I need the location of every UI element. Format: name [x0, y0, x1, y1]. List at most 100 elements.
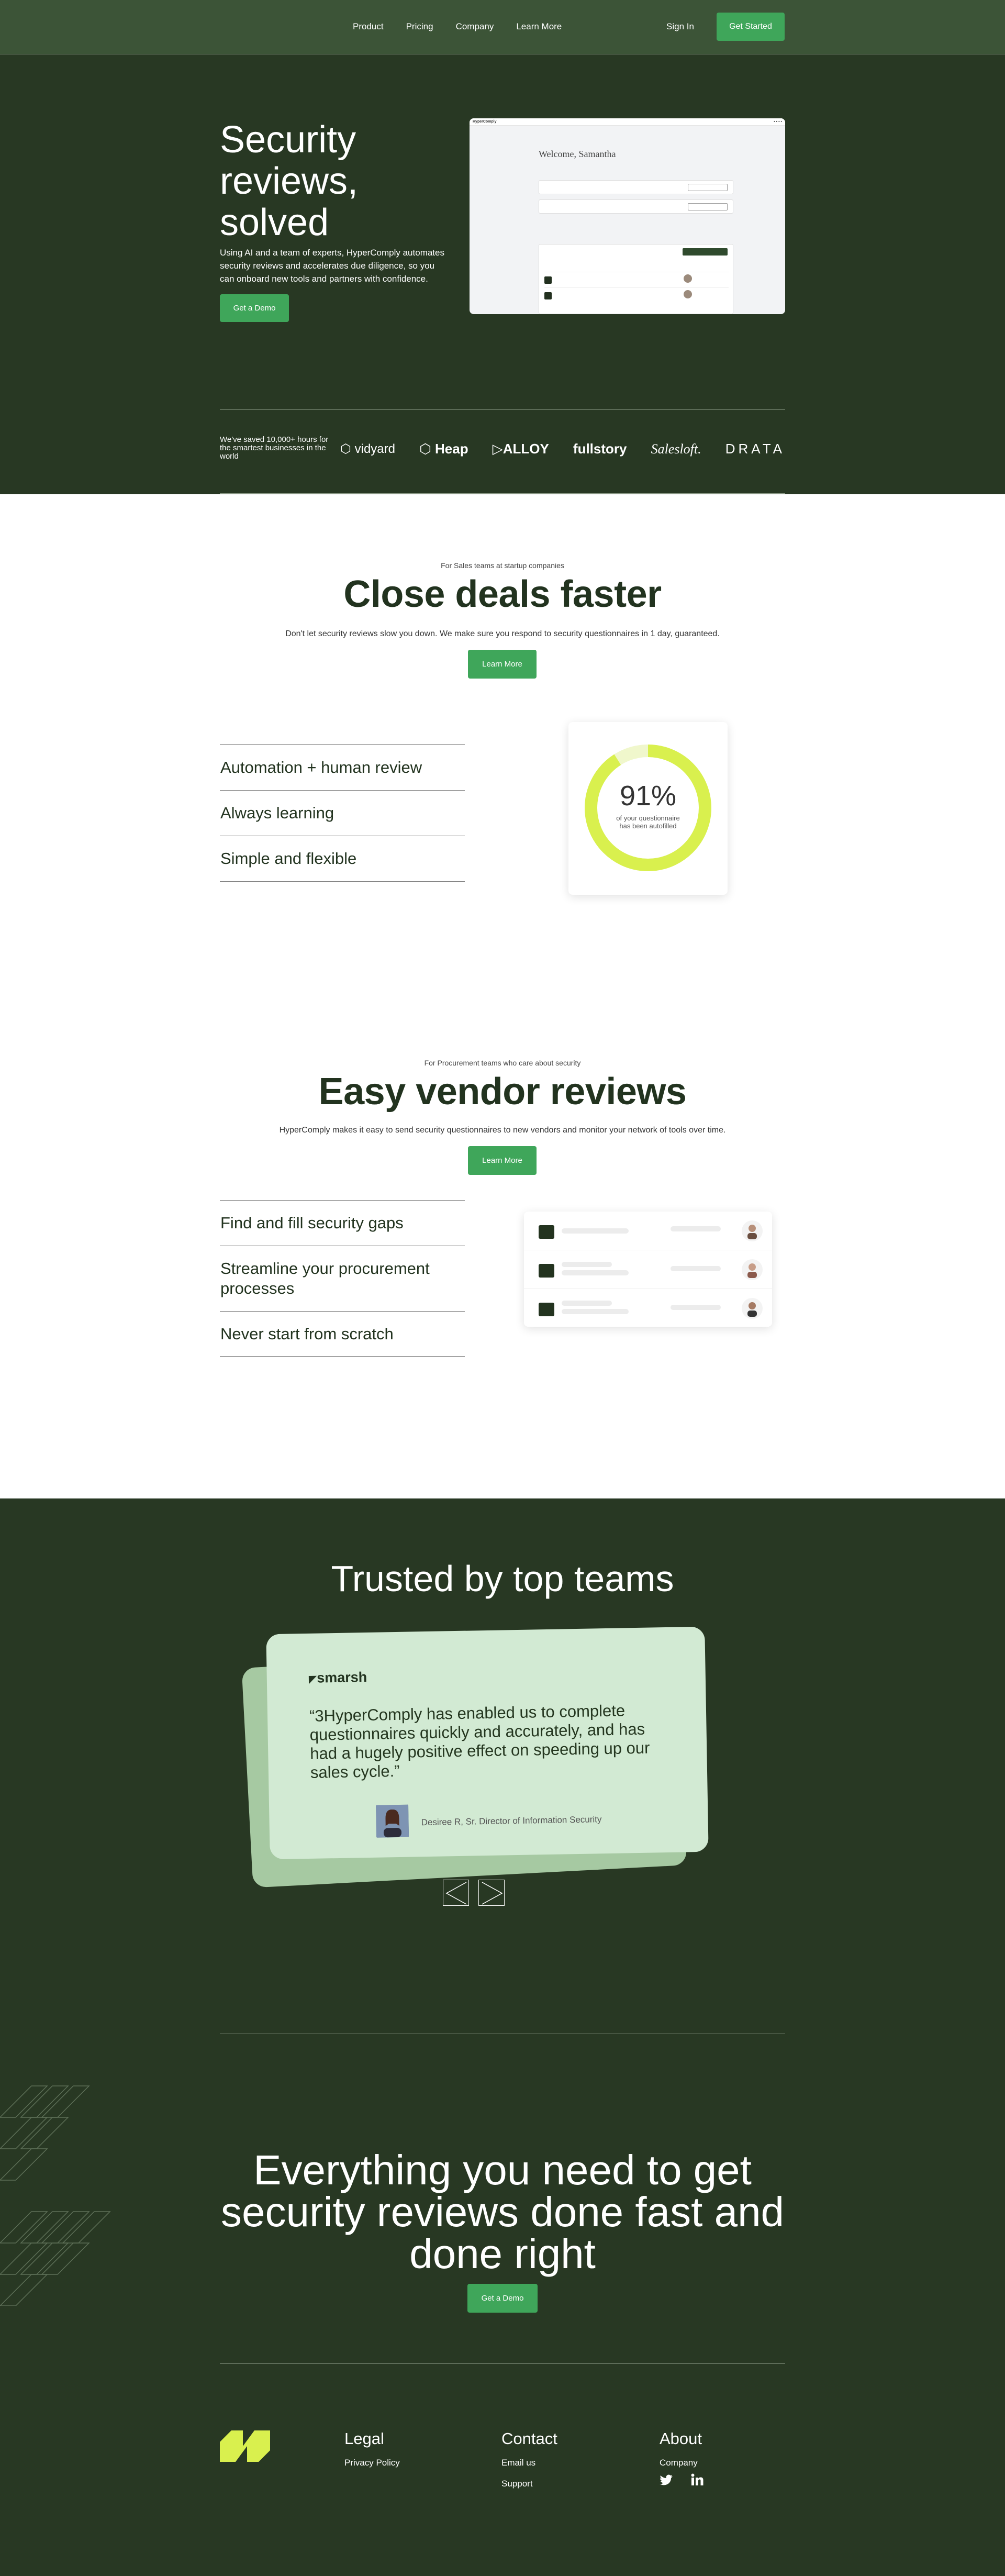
procurement-feature-item[interactable]: Find and fill security gaps: [220, 1200, 465, 1246]
app-row-avatar: [684, 290, 692, 298]
procurement-feature-item[interactable]: Streamline your procurement processes: [220, 1246, 465, 1311]
app-topbar: HyperComply ▪ ▪ ▪ ▪: [470, 118, 785, 126]
testimonial-author: Desiree R, Sr. Director of Information S…: [421, 1814, 602, 1828]
app-row-icon: [544, 276, 552, 284]
chevron-right-icon: [482, 1882, 503, 1905]
saved-hours-text: We've saved 10,000+ hours for the smarte…: [220, 435, 329, 461]
testimonial-company-logo: ◤smarsh: [308, 1669, 367, 1686]
app-card-1: [539, 180, 733, 194]
hero-lead: Using AI and a team of experts, HyperCom…: [220, 248, 444, 284]
sales-title: Close deals faster: [343, 573, 662, 615]
hero-bottom-divider: [220, 493, 785, 494]
app-row-1: [544, 272, 729, 286]
footer-divider: [220, 2363, 785, 2364]
sign-in-link[interactable]: Sign In: [666, 21, 694, 32]
logo-alloy: ▷ALLOY: [492, 441, 549, 457]
testimonial-card: ◤smarsh “3HyperComply has enabled us to …: [266, 1626, 709, 1860]
sales-feature-item[interactable]: Always learning: [220, 790, 465, 836]
top-nav: Product Pricing Company Learn More Sign …: [0, 0, 1005, 54]
vendor-status-placeholder: [671, 1266, 721, 1271]
app-row-avatar: [684, 274, 692, 283]
procurement-learn-more-button[interactable]: Learn More: [468, 1146, 537, 1175]
reviewer-avatar: [742, 1259, 763, 1280]
logo-drata: DRATA: [725, 441, 785, 457]
sales-subtitle: Don't let security reviews slow you down…: [285, 629, 720, 638]
donut-caption: of your questionnaire has been autofille…: [616, 814, 680, 830]
vendor-logo-icon: [539, 1264, 554, 1278]
vendor-logo-icon: [539, 1303, 554, 1316]
decorative-stripes: [0, 2085, 111, 2306]
footer: Legal Privacy Policy Contact Email us Su…: [0, 2363, 1005, 2576]
sales-eyebrow: For Sales teams at startup companies: [441, 561, 564, 570]
customer-logos: ⬡ vidyard ⬡ Heap ▷ALLOY fullstory Salesl…: [340, 441, 785, 457]
nav-links: Product Pricing Company Learn More: [353, 21, 562, 32]
procurement-feature-item[interactable]: Never start from scratch: [220, 1311, 465, 1357]
vendor-row: [524, 1212, 772, 1250]
nav-link-pricing[interactable]: Pricing: [406, 21, 433, 32]
vendor-name-placeholder: [562, 1228, 629, 1234]
footer-link-email[interactable]: Email us: [501, 2458, 535, 2468]
testimonials-section: Trusted by top teams ◤smarsh “3HyperComp…: [0, 1498, 1005, 2034]
footer-about-heading: About: [660, 2429, 702, 2448]
hero-title: Security reviews, solved: [220, 119, 359, 243]
app-card-2-button: [688, 203, 728, 210]
twitter-icon[interactable]: [660, 2474, 673, 2486]
linkedin-icon[interactable]: [691, 2473, 704, 2486]
app-new-button: [683, 248, 728, 256]
vendor-row: [524, 1250, 772, 1289]
logo-fullstory: fullstory: [573, 441, 627, 457]
chevron-left-icon: [445, 1882, 467, 1905]
nav-link-learn-more[interactable]: Learn More: [516, 21, 562, 32]
vendor-row: [524, 1289, 772, 1328]
logo-heap: ⬡ Heap: [419, 441, 468, 457]
procurement-feature-list: Find and fill security gaps Streamline y…: [220, 1200, 465, 1357]
reviewer-avatar: [742, 1220, 763, 1241]
app-welcome: Welcome, Samantha: [539, 149, 616, 159]
vendor-logo-icon: [539, 1225, 554, 1239]
app-brand: HyperComply: [473, 120, 497, 124]
app-screenshot: HyperComply ▪ ▪ ▪ ▪ Welcome, Samantha: [470, 118, 785, 314]
nav-link-company[interactable]: Company: [456, 21, 494, 32]
autofill-donut-card: 91% of your questionnaire has been autof…: [568, 722, 728, 895]
footer-link-support[interactable]: Support: [501, 2479, 533, 2489]
cta-section: Everything you need to get security revi…: [0, 2034, 1005, 2363]
carousel-next-button[interactable]: [478, 1880, 505, 1906]
logo-vidyard: ⬡ vidyard: [340, 442, 395, 456]
sales-learn-more-button[interactable]: Learn More: [468, 650, 537, 679]
sales-section: For Sales teams at startup companies Clo…: [0, 494, 1005, 992]
vendor-status-placeholder: [671, 1305, 721, 1310]
app-card-2: [539, 199, 733, 214]
sales-feature-item[interactable]: Automation + human review: [220, 744, 465, 790]
footer-link-company[interactable]: Company: [660, 2458, 698, 2468]
hero-demo-button[interactable]: Get a Demo: [220, 294, 289, 322]
vendor-name-placeholder: [562, 1301, 612, 1306]
sales-feature-item[interactable]: Simple and flexible: [220, 836, 465, 882]
vendor-detail-placeholder: [562, 1309, 629, 1314]
cta-title: Everything you need to get security revi…: [220, 2147, 785, 2277]
app-table: [539, 244, 733, 314]
testimonials-title: Trusted by top teams: [331, 1558, 674, 1599]
get-started-button[interactable]: Get Started: [717, 13, 785, 41]
procurement-eyebrow: For Procurement teams who care about sec…: [424, 1059, 581, 1067]
hypercomply-logo-icon[interactable]: [220, 2430, 270, 2462]
procurement-section: For Procurement teams who care about sec…: [0, 992, 1005, 1498]
cta-demo-button[interactable]: Get a Demo: [467, 2284, 538, 2313]
reviewer-avatar: [742, 1298, 763, 1319]
procurement-subtitle: HyperComply makes it easy to send securi…: [279, 1126, 726, 1135]
hero-divider: [220, 409, 785, 410]
vendor-list-card: [524, 1212, 772, 1327]
sales-feature-list: Automation + human review Always learnin…: [220, 744, 465, 882]
vendor-status-placeholder: [671, 1226, 721, 1231]
carousel-prev-button[interactable]: [443, 1880, 469, 1906]
nav-link-product[interactable]: Product: [353, 21, 384, 32]
app-topbar-menu: ▪ ▪ ▪ ▪: [774, 120, 782, 124]
app-card-1-button: [688, 184, 728, 191]
vendor-name-placeholder: [562, 1262, 612, 1267]
footer-contact-heading: Contact: [501, 2429, 557, 2448]
vendor-detail-placeholder: [562, 1270, 629, 1275]
footer-link-privacy[interactable]: Privacy Policy: [344, 2458, 400, 2468]
testimonial-quote: “3HyperComply has enabled us to complete…: [309, 1701, 650, 1782]
procurement-title: Easy vendor reviews: [318, 1071, 687, 1113]
hero-section: Security reviews, solved Using AI and a …: [0, 54, 1005, 494]
logo-salesloft: Salesloft.: [651, 441, 701, 457]
